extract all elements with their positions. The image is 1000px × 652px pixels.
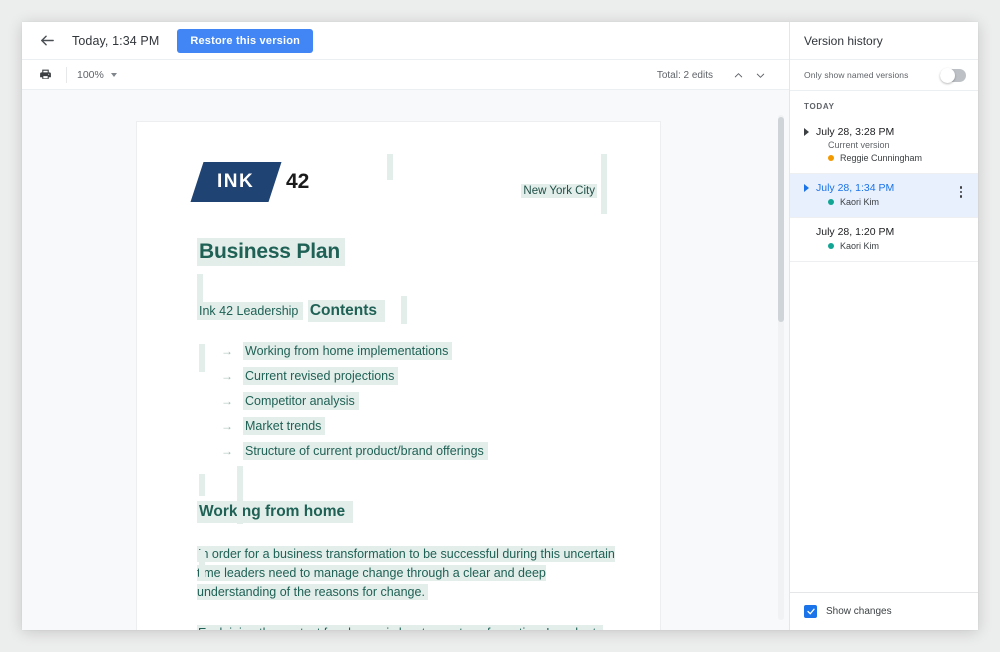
contents-list: → Working from home implementations → Cu…	[197, 342, 622, 460]
expand-triangle-icon[interactable]	[804, 184, 809, 192]
list-item: → Current revised projections	[221, 367, 622, 385]
version-author: Reggie Cunningham	[828, 153, 966, 163]
document-page: INK 42 New York City Business Plan Ink 4…	[137, 122, 660, 630]
document-scrollbar-thumb[interactable]	[778, 117, 784, 322]
author-name: Reggie Cunningham	[840, 153, 923, 163]
body-paragraph: In order for a business transformation t…	[197, 546, 615, 600]
contents-item-label: Structure of current product/brand offer…	[243, 442, 488, 460]
logo-parallelogram: INK	[190, 162, 282, 202]
named-versions-toggle[interactable]	[940, 67, 966, 83]
chevron-down-icon	[110, 72, 117, 77]
print-icon[interactable]	[34, 64, 56, 86]
next-edit-button[interactable]	[749, 64, 771, 86]
previous-edit-button[interactable]	[727, 64, 749, 86]
version-author: Kaori Kim	[828, 241, 966, 251]
contents-item-label: Current revised projections	[243, 367, 399, 385]
document-subtitle: Ink 42 Leadership	[197, 302, 304, 320]
version-group-label: TODAY	[804, 102, 835, 111]
change-mark	[601, 154, 607, 214]
kebab-menu-icon[interactable]	[954, 184, 968, 200]
list-item: → Market trends	[221, 417, 622, 435]
list-item: → Competitor analysis	[221, 392, 622, 410]
current-version-label: Today, 1:34 PM	[72, 33, 160, 48]
contents-heading: Contents	[307, 300, 386, 322]
edit-navigation: Total: 2 edits	[657, 60, 771, 90]
logo-text: INK	[217, 171, 255, 192]
author-name: Kaori Kim	[840, 197, 880, 207]
document-title: Business Plan	[197, 238, 345, 266]
change-mark	[237, 466, 243, 524]
version-date: July 28, 3:28 PM	[816, 126, 895, 138]
document-canvas: INK 42 New York City Business Plan Ink 4…	[22, 91, 789, 630]
version-history-footer: Show changes	[790, 592, 978, 630]
author-color-dot	[828, 199, 834, 205]
panel-title: Version history	[804, 33, 883, 48]
named-versions-filter-row: Only show named versions	[790, 60, 978, 91]
show-changes-checkbox[interactable]	[804, 605, 817, 618]
back-arrow-icon[interactable]	[36, 30, 58, 52]
document-city: New York City	[521, 184, 597, 198]
version-list-item[interactable]: July 28, 1:20 PM Kaori Kim	[790, 218, 978, 262]
version-author: Kaori Kim	[828, 197, 966, 207]
arrow-bullet-icon: →	[221, 394, 233, 408]
document-preview-pane: Today, 1:34 PM Restore this version 100%…	[22, 22, 790, 630]
top-toolbar: Today, 1:34 PM Restore this version	[22, 22, 789, 60]
change-mark	[387, 154, 393, 180]
document-sub-toolbar: 100% Total: 2 edits	[22, 60, 789, 90]
version-date: July 28, 1:34 PM	[816, 182, 895, 194]
body-paragraph: Explaining the context for change is key…	[197, 624, 622, 630]
version-list: July 28, 3:28 PM Current version Reggie …	[790, 118, 978, 592]
list-item: → Structure of current product/brand off…	[221, 442, 622, 460]
ink-42-logo: INK 42	[190, 162, 310, 202]
edits-count-label: Total: 2 edits	[656, 69, 713, 81]
logo-number: 42	[286, 170, 310, 193]
author-color-dot	[828, 243, 834, 249]
arrow-bullet-icon: →	[221, 369, 233, 383]
change-mark	[401, 296, 407, 324]
version-history-panel: Version history Only show named versions…	[790, 22, 978, 630]
arrow-bullet-icon: →	[221, 419, 233, 433]
contents-item-label: Working from home implementations	[243, 342, 453, 360]
change-mark	[199, 344, 205, 372]
named-versions-label: Only show named versions	[804, 70, 909, 80]
change-mark	[197, 274, 203, 306]
toolbar-divider	[66, 66, 67, 83]
change-mark	[199, 474, 205, 496]
author-color-dot	[828, 155, 834, 161]
expand-triangle-icon[interactable]	[804, 128, 809, 136]
arrow-bullet-icon: →	[221, 344, 233, 358]
version-history-window: Today, 1:34 PM Restore this version 100%…	[22, 22, 978, 630]
arrow-bullet-icon: →	[221, 444, 233, 458]
restore-version-button[interactable]: Restore this version	[177, 28, 314, 53]
contents-item-label: Competitor analysis	[243, 392, 359, 410]
change-mark	[199, 550, 205, 580]
show-changes-label: Show changes	[826, 606, 892, 617]
author-name: Kaori Kim	[840, 241, 880, 251]
version-list-item-selected[interactable]: July 28, 1:34 PM Kaori Kim	[790, 174, 978, 218]
version-date: July 28, 1:20 PM	[816, 226, 895, 238]
contents-item-label: Market trends	[243, 417, 326, 435]
toggle-knob	[940, 67, 955, 83]
zoom-level-selector[interactable]: 100%	[77, 69, 117, 81]
section-heading: Working from home	[197, 501, 354, 523]
zoom-level-value: 100%	[77, 68, 104, 81]
list-item: → Working from home implementations	[221, 342, 622, 360]
version-note: Current version	[828, 140, 890, 150]
version-list-item[interactable]: July 28, 3:28 PM Current version Reggie …	[790, 118, 978, 174]
version-history-header: Version history	[790, 22, 978, 60]
document-header-row: INK 42 New York City	[190, 154, 622, 214]
